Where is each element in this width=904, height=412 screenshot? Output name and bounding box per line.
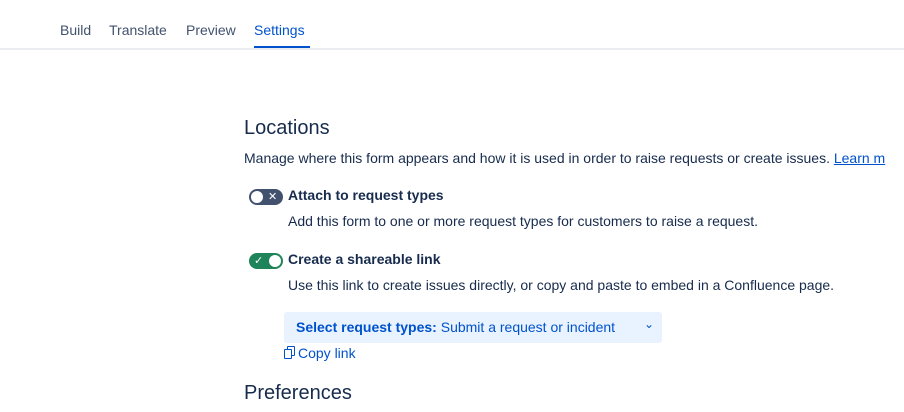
tab-build[interactable]: Build xyxy=(60,22,91,38)
locations-description: Manage where this form appears and how i… xyxy=(244,150,885,166)
tab-preview[interactable]: Preview xyxy=(186,22,236,38)
toggle-knob xyxy=(251,191,263,203)
copy-link-button[interactable]: Copy link xyxy=(284,345,356,361)
select-value: Submit a request or incident xyxy=(440,319,616,335)
locations-heading: Locations xyxy=(244,117,330,139)
tab-translate[interactable]: Translate xyxy=(109,22,167,38)
shareable-link-help: Use this link to create issues directly,… xyxy=(288,277,835,293)
check-icon: ✓ xyxy=(254,255,264,267)
shareable-link-toggle[interactable]: ✓ xyxy=(249,253,283,269)
active-tab-indicator xyxy=(254,46,310,48)
shareable-link-label: Create a shareable link xyxy=(288,251,441,267)
preferences-heading: Preferences xyxy=(244,382,352,404)
select-label: Select request types: xyxy=(296,319,437,335)
tab-settings[interactable]: Settings xyxy=(254,22,305,38)
attach-request-types-label: Attach to request types xyxy=(288,187,444,203)
request-types-select[interactable]: Select request types: Submit a request o… xyxy=(284,312,662,343)
tab-bar: Build Translate Preview Settings xyxy=(0,0,904,50)
toggle-knob xyxy=(269,255,281,267)
attach-request-types-help: Add this form to one or more request typ… xyxy=(288,213,758,229)
chevron-down-icon: ⌄ xyxy=(644,317,655,331)
x-icon: ✕ xyxy=(268,191,278,203)
select-display: Select request types: Submit a request o… xyxy=(296,319,615,335)
locations-description-text: Manage where this form appears and how i… xyxy=(244,150,830,166)
learn-more-link[interactable]: Learn m xyxy=(834,150,885,166)
copy-link-label: Copy link xyxy=(298,345,356,361)
copy-icon xyxy=(284,346,296,360)
attach-request-types-toggle[interactable]: ✕ xyxy=(249,189,283,205)
